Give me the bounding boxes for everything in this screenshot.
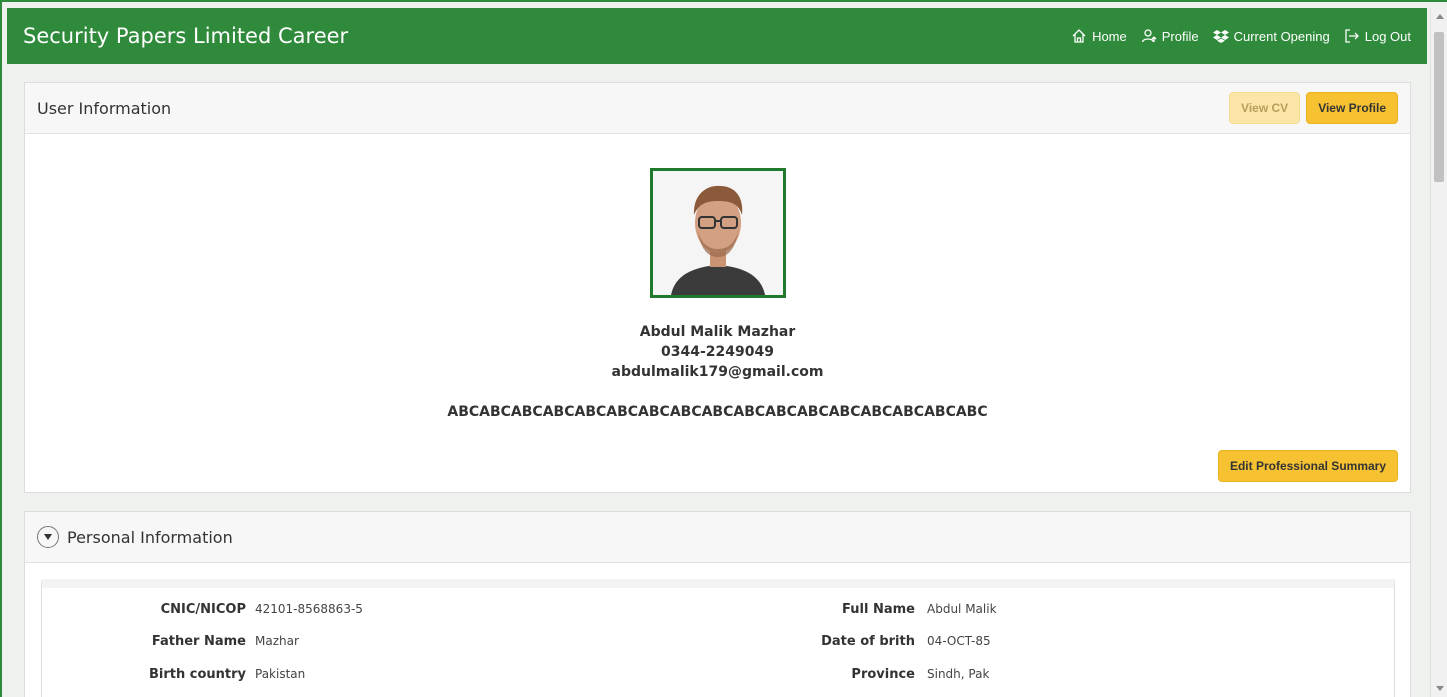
- nav-logout-label: Log Out: [1364, 28, 1411, 44]
- home-icon: [1072, 29, 1086, 43]
- birth-country-value: Pakistan: [255, 667, 306, 681]
- scroll-up-arrow-icon[interactable]: [1436, 14, 1444, 19]
- avatar: [650, 168, 786, 298]
- vertical-scrollbar[interactable]: [1430, 8, 1447, 697]
- scroll-thumb[interactable]: [1434, 32, 1444, 182]
- birth-country-label: Birth country: [148, 667, 246, 682]
- father-name-value: Mazhar: [255, 634, 299, 648]
- father-name-label: Father Name: [151, 634, 246, 649]
- personal-information-header: Personal Information: [25, 512, 1410, 563]
- avatar-photo: [653, 171, 783, 295]
- user-email: abdulmalik179@gmail.com: [611, 364, 824, 380]
- full-name-label: Full Name: [842, 602, 915, 617]
- logout-icon: [1345, 29, 1359, 43]
- nav-logout[interactable]: Log Out: [1344, 28, 1411, 44]
- info-row: Father Name Mazhar Date of brith 04-OCT-…: [42, 634, 1394, 654]
- full-name-value: Abdul Malik: [927, 602, 997, 616]
- user-information-header: User Information View CV View Profile: [25, 83, 1410, 134]
- info-row: CNIC/NICOP 42101-8568863-5 Full Name Abd…: [42, 602, 1394, 622]
- cnic-label: CNIC/NICOP: [160, 602, 246, 617]
- nav-home[interactable]: Home: [1071, 28, 1127, 44]
- personal-information-title: Personal Information: [67, 527, 233, 547]
- personal-information-card: Personal Information CNIC/NICOP 42101-85…: [24, 511, 1411, 697]
- nav-home-label: Home: [1092, 28, 1127, 44]
- province-label: Province: [851, 667, 915, 682]
- province-value: Sindh, Pak: [927, 667, 990, 681]
- cnic-value: 42101-8568863-5: [255, 602, 363, 616]
- top-navbar: Security Papers Limited Career Home Prof…: [7, 8, 1427, 64]
- user-icon: [1141, 29, 1157, 43]
- user-name: Abdul Malik Mazhar: [639, 324, 796, 340]
- nav-profile[interactable]: Profile: [1141, 28, 1199, 44]
- user-information-title: User Information: [37, 98, 172, 118]
- view-cv-button[interactable]: View CV: [1229, 92, 1301, 124]
- main-nav: Home Profile Current Opening Log Out: [1071, 28, 1411, 44]
- nav-profile-label: Profile: [1161, 28, 1199, 44]
- user-information-body: Abdul Malik Mazhar 0344-2249049 abdulmal…: [25, 134, 1410, 492]
- professional-summary: ABCABCABCABCABCABCABCABCABCABCABCABCABCA…: [447, 404, 988, 420]
- view-profile-button[interactable]: View Profile: [1306, 92, 1398, 124]
- nav-current-opening-label: Current Opening: [1233, 28, 1330, 44]
- user-information-card: User Information View CV View Profile Ab…: [24, 82, 1411, 493]
- date-of-birth-label: Date of brith: [821, 634, 915, 649]
- personal-info-table: CNIC/NICOP 42101-8568863-5 Full Name Abd…: [41, 579, 1395, 697]
- info-row: Birth country Pakistan Province Sindh, P…: [42, 667, 1394, 687]
- brand-title[interactable]: Security Papers Limited Career: [23, 24, 348, 48]
- collapse-toggle-icon[interactable]: [37, 526, 59, 548]
- scroll-down-arrow-icon[interactable]: [1436, 686, 1444, 691]
- date-of-birth-value: 04-OCT-85: [927, 634, 991, 648]
- nav-current-opening[interactable]: Current Opening: [1212, 28, 1330, 44]
- user-contact-block: Abdul Malik Mazhar 0344-2249049 abdulmal…: [25, 322, 1410, 382]
- dropbox-icon: [1212, 30, 1229, 43]
- user-phone: 0344-2249049: [661, 344, 774, 360]
- edit-professional-summary-button[interactable]: Edit Professional Summary: [1217, 450, 1398, 482]
